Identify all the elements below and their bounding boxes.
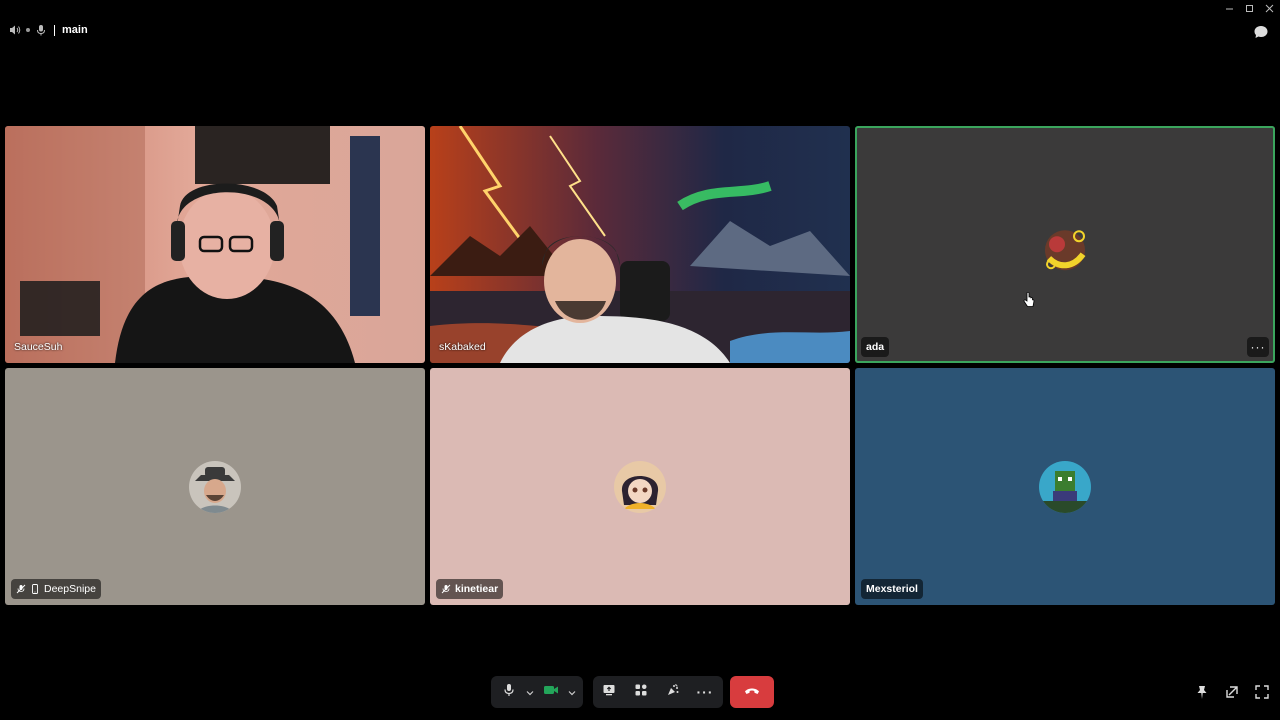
separator-dot [26, 28, 30, 32]
video-feed [5, 126, 425, 363]
participant-name: sKabaked [439, 341, 486, 353]
activities-icon [634, 683, 648, 702]
participant-tile-ada[interactable]: ada ··· [855, 126, 1275, 363]
camera-button[interactable] [537, 678, 565, 706]
pin-icon[interactable] [1194, 684, 1210, 700]
activity-controls: ··· [593, 676, 723, 708]
participant-tile-saucesuh[interactable]: SauceSuh [5, 126, 425, 363]
hand-cursor-icon [1023, 291, 1035, 308]
participant-name: DeepSnipe [44, 583, 96, 595]
mobile-icon [30, 584, 40, 594]
video-feed [430, 126, 850, 363]
microphone-icon [502, 683, 516, 702]
avatar [614, 460, 666, 513]
mic-icon[interactable] [35, 24, 47, 36]
participant-name-tag: SauceSuh [9, 337, 67, 357]
participant-name-tag: sKabaked [434, 337, 491, 357]
channel-name[interactable]: main [62, 24, 88, 36]
participant-name-tag: DeepSnipe [11, 579, 101, 599]
more-options-button[interactable]: ··· [691, 678, 719, 706]
more-icon: ··· [1250, 340, 1266, 354]
minimize-icon[interactable] [1224, 2, 1234, 14]
participant-name: kinetiear [455, 583, 499, 595]
participant-name-tag: kinetiear [436, 579, 504, 599]
participant-tile-mexsteriol[interactable]: Mexsteriol [855, 368, 1275, 605]
microphone-options-button[interactable] [523, 678, 537, 706]
microphone-button[interactable] [495, 678, 523, 706]
avatar [1039, 460, 1091, 513]
participant-name-tag: ada [861, 337, 890, 357]
fullscreen-icon[interactable] [1254, 684, 1270, 700]
participant-name: Mexsteriol [866, 583, 918, 595]
view-controls [1194, 684, 1270, 700]
share-screen-icon [602, 683, 616, 702]
camera-icon [543, 683, 559, 701]
muted-mic-icon [441, 584, 451, 594]
audio-video-controls [491, 676, 583, 708]
hangup-icon [744, 683, 760, 701]
channel-header: main [9, 24, 88, 36]
participant-tile-kinetiear[interactable]: kinetiear [430, 368, 850, 605]
share-screen-button[interactable] [595, 678, 623, 706]
participant-name-tag: Mexsteriol [861, 579, 923, 599]
avatar [1039, 224, 1091, 276]
chat-icon[interactable] [1253, 24, 1269, 40]
speaker-icon[interactable] [9, 24, 21, 36]
soundboard-icon [666, 683, 680, 702]
disconnect-button[interactable] [730, 676, 774, 708]
chevron-down-icon [526, 683, 534, 701]
close-icon[interactable] [1264, 2, 1274, 14]
avatar [189, 460, 241, 513]
soundboard-button[interactable] [659, 678, 687, 706]
maximize-icon[interactable] [1244, 2, 1254, 14]
camera-options-button[interactable] [565, 678, 579, 706]
more-icon: ··· [696, 684, 714, 700]
divider [54, 24, 55, 36]
chevron-down-icon [568, 683, 576, 701]
more-options-button[interactable]: ··· [1247, 337, 1269, 357]
participant-tile-skabaked[interactable]: sKabaked [430, 126, 850, 363]
activities-button[interactable] [627, 678, 655, 706]
muted-mic-icon [16, 584, 26, 594]
popout-icon[interactable] [1224, 684, 1240, 700]
participant-tile-deepsnipe[interactable]: DeepSnipe [5, 368, 425, 605]
participant-name: ada [866, 341, 885, 353]
participant-name: SauceSuh [14, 341, 63, 353]
window-controls [1224, 2, 1274, 14]
